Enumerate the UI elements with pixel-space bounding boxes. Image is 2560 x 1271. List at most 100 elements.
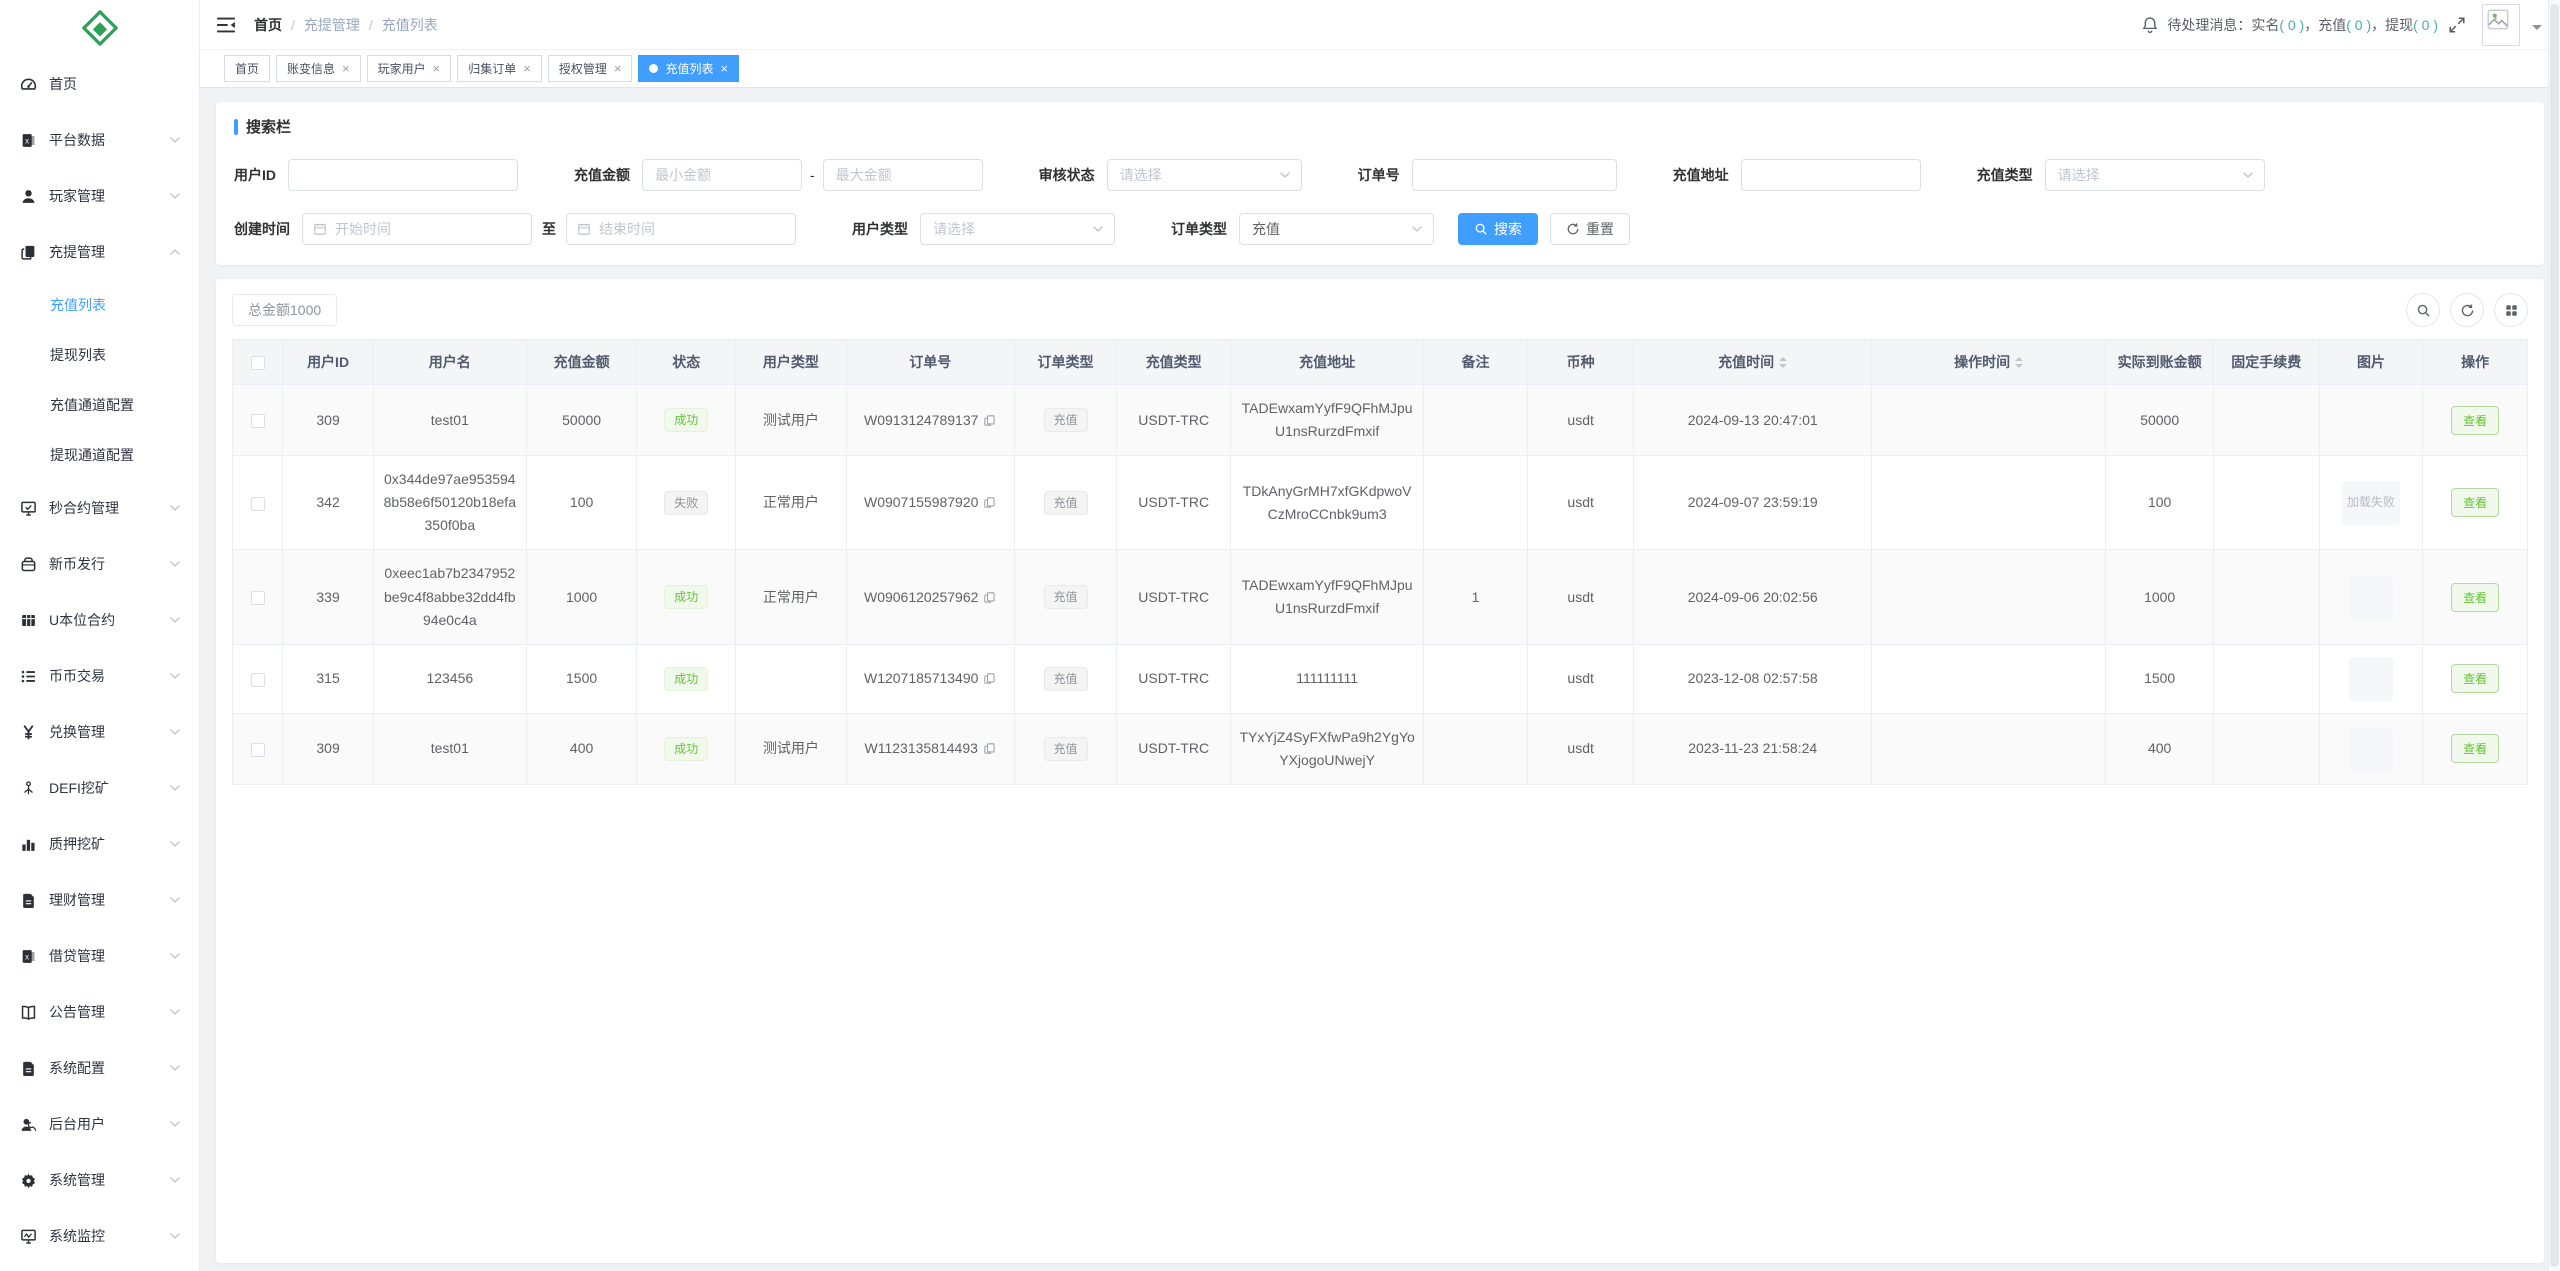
chevron-down-icon	[169, 838, 181, 850]
sidebar-item-new-coin[interactable]: 新币发行	[0, 536, 199, 592]
total-amount-button[interactable]: 总金额1000	[232, 294, 337, 326]
fullscreen-icon[interactable]	[2448, 16, 2466, 34]
sidebar-item-announcement[interactable]: 公告管理	[0, 984, 199, 1040]
sidebar-collapse-icon[interactable]	[216, 17, 236, 33]
sidebar-item-home[interactable]: 首页	[0, 56, 199, 112]
order-type-badge: 充值	[1044, 491, 1088, 515]
tab-player-users[interactable]: 玩家用户×	[367, 55, 452, 82]
recharge-table: 用户ID 用户名 充值金额 状态 用户类型 订单号 订单类型 充值类型 充值地址…	[232, 339, 2528, 785]
view-button[interactable]: 查看	[2451, 406, 2499, 435]
tab-account-changes[interactable]: 账变信息×	[276, 55, 361, 82]
user-menu-caret-icon[interactable]	[2532, 25, 2542, 35]
status-badge: 成功	[664, 408, 708, 432]
topbar: 首页 / 充提管理 / 充值列表 待处理消息：实名( 0 )，充值( 0 )，提…	[200, 0, 2560, 50]
close-icon[interactable]: ×	[614, 61, 622, 76]
scrollbar-thumb[interactable]	[2550, 4, 2559, 1267]
copy-icon[interactable]	[983, 742, 996, 755]
sidebar-item-system-config[interactable]: 系统配置	[0, 1040, 199, 1096]
image-thumbnail[interactable]	[2349, 727, 2393, 771]
order-type-label: 订单类型	[1171, 219, 1227, 239]
sidebar-item-wealth-management[interactable]: 理财管理	[0, 872, 199, 928]
notice-recharge-label[interactable]: 充值	[2318, 17, 2346, 33]
close-icon[interactable]: ×	[342, 61, 350, 76]
row-checkbox[interactable]	[251, 591, 265, 605]
sidebar-subitem-recharge-channel[interactable]: 充值通道配置	[0, 380, 199, 430]
sidebar-item-staking-mining[interactable]: 质押挖矿	[0, 816, 199, 872]
tab-authorization[interactable]: 授权管理×	[548, 55, 633, 82]
table-search-button[interactable]	[2406, 293, 2440, 327]
end-time-input[interactable]: 结束时间	[566, 213, 796, 245]
select-all-checkbox[interactable]	[251, 356, 265, 370]
search-icon	[2416, 303, 2431, 318]
sort-caret[interactable]	[2015, 357, 2023, 368]
sidebar-item-admin-users[interactable]: 后台用户	[0, 1096, 199, 1152]
order-type-select[interactable]: 充值	[1239, 213, 1434, 245]
chevron-down-icon	[169, 726, 181, 738]
sidebar-subitem-recharge-list[interactable]: 充值列表	[0, 280, 199, 330]
recharge-type-select[interactable]: 请选择	[2045, 159, 2265, 191]
user-type-select[interactable]: 请选择	[920, 213, 1115, 245]
view-button[interactable]: 查看	[2451, 488, 2499, 517]
sidebar-item-exchange[interactable]: 兑换管理	[0, 704, 199, 760]
row-checkbox[interactable]	[251, 743, 265, 757]
sort-caret[interactable]	[1779, 357, 1787, 368]
order-no-input[interactable]	[1412, 159, 1617, 191]
view-button[interactable]: 查看	[2451, 583, 2499, 612]
recharge-address-input[interactable]	[1741, 159, 1921, 191]
copy-icon[interactable]	[983, 414, 996, 427]
sidebar-item-system-management[interactable]: 系统管理	[0, 1152, 199, 1208]
sidebar-item-player-management[interactable]: 玩家管理	[0, 168, 199, 224]
yen-icon	[20, 724, 37, 741]
grid-menu-icon	[2504, 303, 2519, 318]
reset-button[interactable]: 重置	[1550, 213, 1630, 245]
search-button[interactable]: 搜索	[1458, 213, 1538, 245]
row-checkbox[interactable]	[251, 497, 265, 511]
sidebar-subitem-withdraw-list[interactable]: 提现列表	[0, 330, 199, 380]
browser-scrollbar[interactable]	[2548, 0, 2560, 1271]
refresh-icon	[2460, 303, 2475, 318]
user-id-input[interactable]	[288, 159, 518, 191]
tab-recharge-list[interactable]: 充值列表×	[638, 55, 739, 82]
sidebar-item-lending[interactable]: 借贷管理	[0, 928, 199, 984]
start-time-input[interactable]: 开始时间	[302, 213, 532, 245]
row-checkbox[interactable]	[251, 414, 265, 428]
notice-realname-label[interactable]: 实名	[2251, 17, 2279, 33]
amount-max-input[interactable]	[823, 159, 983, 191]
avatar[interactable]	[2482, 4, 2520, 46]
close-icon[interactable]: ×	[433, 61, 441, 76]
sidebar-subitem-withdraw-channel[interactable]: 提现通道配置	[0, 430, 199, 480]
audit-status-select[interactable]: 请选择	[1107, 159, 1302, 191]
row-checkbox[interactable]	[251, 673, 265, 687]
tab-home[interactable]: 首页	[224, 55, 270, 82]
calendar-icon	[577, 222, 591, 236]
table-columns-button[interactable]	[2494, 293, 2528, 327]
page-content: 搜索栏 用户ID 充值金额 - 审核状态	[200, 88, 2560, 1271]
sidebar-item-spot-trading[interactable]: 币币交易	[0, 648, 199, 704]
image-thumbnail[interactable]	[2349, 657, 2393, 701]
view-button[interactable]: 查看	[2451, 734, 2499, 763]
sidebar-menu: 首页 平台数据 玩家管理 充提管理 充值列表 提现列表	[0, 56, 199, 1264]
amount-min-input[interactable]	[642, 159, 802, 191]
copy-icon[interactable]	[983, 672, 996, 685]
sidebar-item-deposit-withdraw[interactable]: 充提管理	[0, 224, 199, 280]
view-button[interactable]: 查看	[2451, 664, 2499, 693]
image-thumbnail[interactable]	[2349, 575, 2393, 619]
close-icon[interactable]: ×	[720, 61, 728, 76]
bell-icon[interactable]	[2141, 16, 2159, 34]
sidebar-item-second-contract[interactable]: 秒合约管理	[0, 480, 199, 536]
sidebar-item-platform-data[interactable]: 平台数据	[0, 112, 199, 168]
copy-icon[interactable]	[983, 496, 996, 509]
breadcrumb-home[interactable]: 首页	[254, 15, 282, 35]
tab-collection-orders[interactable]: 归集订单×	[457, 55, 542, 82]
user-icon	[20, 188, 37, 205]
sidebar-item-u-contract[interactable]: U本位合约	[0, 592, 199, 648]
col-coin: 币种	[1527, 340, 1634, 385]
sidebar-item-defi-mining[interactable]: DEFI挖矿	[0, 760, 199, 816]
sidebar-item-label: 充提管理	[49, 242, 105, 262]
table-refresh-button[interactable]	[2450, 293, 2484, 327]
sidebar-item-system-monitor[interactable]: 系统监控	[0, 1208, 199, 1264]
notice-withdraw-label[interactable]: 提现	[2385, 17, 2413, 33]
copy-icon[interactable]	[983, 591, 996, 604]
breadcrumb-deposit-withdraw[interactable]: 充提管理	[304, 15, 360, 35]
close-icon[interactable]: ×	[523, 61, 531, 76]
